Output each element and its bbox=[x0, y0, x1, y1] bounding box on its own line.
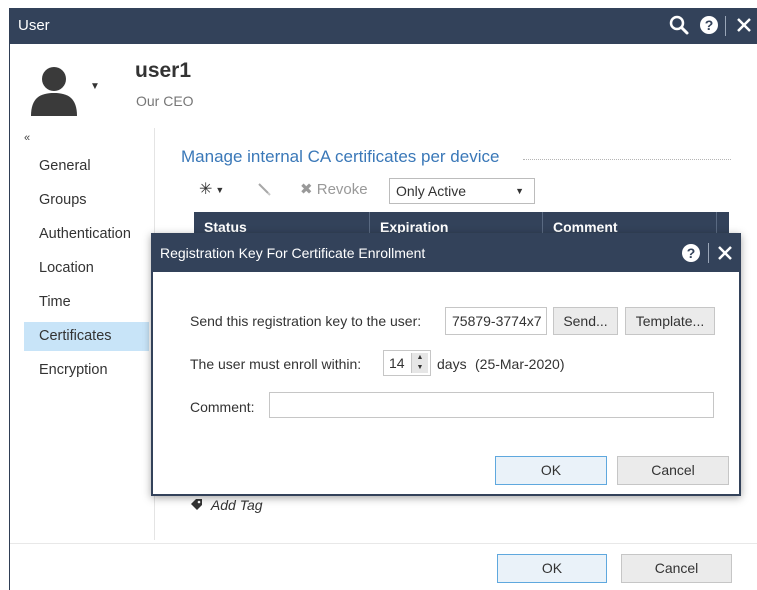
close-icon[interactable] bbox=[734, 14, 754, 41]
comment-label: Comment: bbox=[190, 399, 255, 415]
section-title: Manage internal CA certificates per devi… bbox=[181, 147, 500, 166]
sidebar-item-encryption[interactable]: Encryption bbox=[24, 356, 149, 385]
window-title: User bbox=[18, 17, 50, 34]
svg-text:?: ? bbox=[687, 245, 696, 261]
send-button[interactable]: Send... bbox=[553, 307, 618, 335]
dialog-close-icon[interactable] bbox=[716, 243, 734, 268]
add-tag-label: Add Tag bbox=[210, 497, 263, 513]
user-header: ▼ user1 Our CEO bbox=[10, 44, 757, 128]
dialog-titlebar-separator bbox=[708, 243, 709, 263]
sidebar-item-general[interactable]: General bbox=[24, 152, 149, 181]
certificate-filter-value: Only Active bbox=[396, 183, 467, 199]
enroll-deadline-date: (25-Mar-2020) bbox=[475, 356, 565, 372]
dialog-ok-button[interactable]: OK bbox=[495, 456, 607, 485]
collapse-sidebar-icon[interactable]: « bbox=[24, 132, 30, 144]
dialog-help-icon[interactable]: ? bbox=[680, 242, 702, 269]
ok-button[interactable]: OK bbox=[497, 554, 607, 583]
enroll-within-label: The user must enroll within: bbox=[190, 356, 362, 372]
certificate-filter-select[interactable]: Only Active ▼ bbox=[389, 178, 535, 204]
cancel-button[interactable]: Cancel bbox=[621, 554, 732, 583]
search-icon[interactable] bbox=[668, 14, 690, 41]
days-label: days bbox=[437, 356, 467, 372]
dialog-title: Registration Key For Certificate Enrollm… bbox=[160, 245, 426, 261]
user-name: user1 bbox=[135, 59, 192, 82]
revoke-label: Revoke bbox=[316, 181, 368, 198]
enroll-days-stepper[interactable]: 14 ▲ ▼ bbox=[383, 350, 431, 376]
revoke-button[interactable]: ✖ Revoke bbox=[300, 180, 368, 198]
dialog-cancel-button[interactable]: Cancel bbox=[617, 456, 729, 485]
titlebar-separator bbox=[725, 16, 726, 36]
sidebar-nav: General Groups Authentication Location T… bbox=[24, 152, 149, 390]
new-certificate-icon[interactable]: ✳ ▼ bbox=[199, 179, 224, 199]
svg-text:?: ? bbox=[705, 17, 714, 33]
tag-icon bbox=[190, 497, 207, 513]
footer-divider bbox=[10, 543, 757, 544]
registration-key-field[interactable]: 75879-3774x7 bbox=[445, 307, 547, 335]
chevron-down-icon: ▼ bbox=[515, 186, 524, 196]
sidebar-item-authentication[interactable]: Authentication bbox=[24, 220, 149, 249]
pencil-icon[interactable] bbox=[256, 181, 272, 200]
sidebar-item-location[interactable]: Location bbox=[24, 254, 149, 283]
sidebar-item-time[interactable]: Time bbox=[24, 288, 149, 317]
stepper-arrows-icon[interactable]: ▲ ▼ bbox=[411, 353, 428, 373]
add-tag-link[interactable]: Add Tag bbox=[190, 497, 263, 513]
dialog-titlebar: Registration Key For Certificate Enrollm… bbox=[153, 235, 739, 272]
window-titlebar: User ? bbox=[10, 8, 757, 44]
user-role: Our CEO bbox=[136, 93, 194, 109]
enroll-days-value: 14 bbox=[389, 355, 405, 371]
help-icon[interactable]: ? bbox=[698, 14, 720, 41]
revoke-icon: ✖ bbox=[300, 181, 313, 198]
send-key-label: Send this registration key to the user: bbox=[190, 313, 422, 329]
comment-field[interactable] bbox=[269, 392, 714, 418]
section-title-rule bbox=[523, 159, 731, 160]
sidebar-item-certificates[interactable]: Certificates bbox=[24, 322, 149, 351]
avatar-dropdown-icon[interactable]: ▼ bbox=[90, 81, 100, 92]
sidebar-item-groups[interactable]: Groups bbox=[24, 186, 149, 215]
template-button[interactable]: Template... bbox=[625, 307, 715, 335]
registration-key-dialog: Registration Key For Certificate Enrollm… bbox=[151, 233, 741, 496]
avatar[interactable] bbox=[28, 64, 80, 116]
